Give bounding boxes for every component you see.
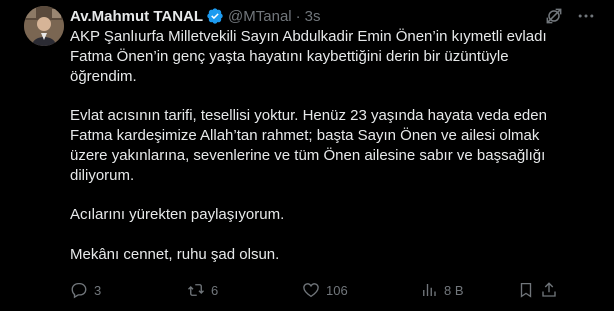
tweet-text: AKP Şanlıurfa Milletvekili Sayın Abdulka… xyxy=(70,27,600,284)
separator-dot: · xyxy=(295,7,301,25)
tweet-time[interactable]: 3s xyxy=(305,8,321,25)
repost-count: 6 xyxy=(211,282,219,298)
more-icon[interactable] xyxy=(576,6,596,26)
reply-button[interactable]: 3 xyxy=(70,281,101,299)
author-handle[interactable]: @MTanal xyxy=(228,8,292,25)
tweet-actions: 3 6 106 8 B xyxy=(70,280,560,300)
like-count: 106 xyxy=(326,282,348,298)
author-name[interactable]: Av.Mahmut TANAL xyxy=(70,8,203,25)
share-button[interactable] xyxy=(540,281,558,299)
avatar-image xyxy=(24,6,64,46)
share-icon xyxy=(542,282,556,297)
repost-icon xyxy=(188,284,204,296)
tweet-top-actions xyxy=(544,6,596,26)
tweet-paragraph: Evlat acısının tarifi, tesellisi yoktur.… xyxy=(70,107,547,184)
tweet-header: Av.Mahmut TANAL @MTanal · 3s xyxy=(70,7,320,25)
heart-icon xyxy=(303,283,319,298)
views-icon xyxy=(423,284,436,296)
bookmark-button[interactable] xyxy=(517,281,535,299)
views-button[interactable]: 8 B xyxy=(420,281,464,299)
tweet: Av.Mahmut TANAL @MTanal · 3s AKP Şanlıur… xyxy=(0,0,614,311)
like-button[interactable]: 106 xyxy=(302,281,348,299)
verified-badge-icon xyxy=(206,7,224,25)
tweet-paragraph: Acılarını yürekten paylaşıyorum. xyxy=(70,206,285,224)
avatar[interactable] xyxy=(24,6,64,46)
tweet-paragraph: AKP Şanlıurfa Milletvekili Sayın Abdulka… xyxy=(70,28,547,85)
repost-button[interactable]: 6 xyxy=(187,281,218,299)
bookmark-icon xyxy=(520,282,532,298)
grok-icon[interactable] xyxy=(544,6,564,26)
views-count: 8 B xyxy=(444,282,464,298)
reply-icon xyxy=(71,282,87,299)
tweet-paragraph: Mekânı cennet, ruhu şad olsun. xyxy=(70,245,280,263)
reply-count: 3 xyxy=(94,282,102,298)
